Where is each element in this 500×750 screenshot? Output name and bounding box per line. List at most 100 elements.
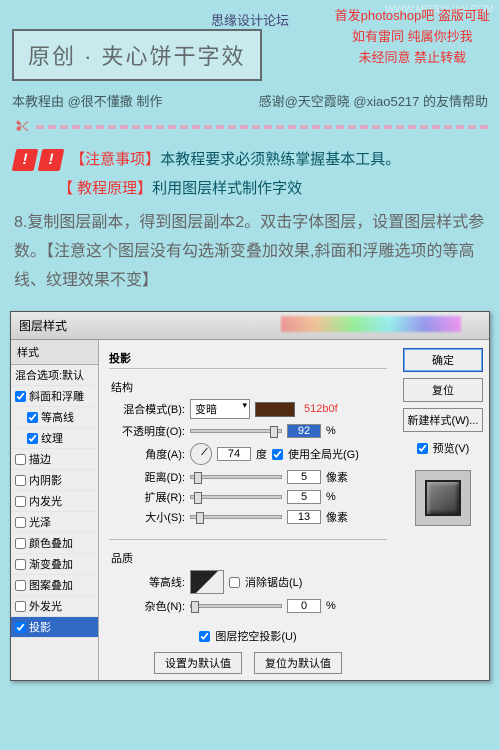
note1-text: 本教程要求必须熟练掌握基本工具。 — [160, 151, 400, 168]
spread-input[interactable]: 5 — [287, 490, 321, 504]
color-hex: 512b0f — [304, 403, 338, 415]
global-light-checkbox[interactable] — [272, 449, 283, 460]
scissors-icon — [12, 118, 30, 136]
ok-button[interactable]: 确定 — [403, 348, 483, 372]
knockout-label: 图层挖空投影(U) — [215, 628, 296, 644]
style-checkbox[interactable] — [27, 433, 38, 444]
noise-input[interactable]: 0 — [287, 599, 321, 613]
styles-list: 样式 混合选项:默认斜面和浮雕等高线纹理描边内阴影内发光光泽颜色叠加渐变叠加图案… — [11, 340, 99, 680]
preview-label: 预览(V) — [433, 440, 470, 456]
knockout-checkbox[interactable] — [199, 631, 210, 642]
style-checkbox[interactable] — [15, 391, 26, 402]
style-checkbox[interactable] — [15, 496, 26, 507]
style-label: 渐变叠加 — [29, 556, 73, 572]
style-item[interactable]: 颜色叠加 — [11, 533, 98, 554]
style-label: 投影 — [29, 619, 51, 635]
angle-label: 角度(A): — [111, 446, 185, 462]
opacity-slider[interactable] — [190, 429, 282, 433]
angle-input[interactable]: 74 — [217, 447, 251, 461]
note2-text: 利用图层样式制作字效 — [152, 180, 302, 197]
style-label: 图案叠加 — [29, 577, 73, 593]
style-checkbox[interactable] — [15, 517, 26, 528]
style-item[interactable]: 等高线 — [11, 407, 98, 428]
styles-header: 样式 — [11, 340, 98, 365]
dialog-title: 图层样式 — [19, 317, 67, 334]
style-item[interactable]: 斜面和浮雕 — [11, 386, 98, 407]
style-label: 内阴影 — [29, 472, 62, 488]
style-label: 纹理 — [41, 430, 63, 446]
note2-label: 【 教程原理】 — [58, 180, 152, 197]
style-label: 斜面和浮雕 — [29, 388, 84, 404]
size-slider[interactable] — [190, 515, 282, 519]
style-checkbox[interactable] — [27, 412, 38, 423]
preview-checkbox[interactable] — [417, 443, 428, 454]
opacity-input[interactable]: 92 — [287, 424, 321, 438]
style-label: 等高线 — [41, 409, 74, 425]
top-right-notes: 首发photoshop吧 盗版可耻 如有雷同 纯属你抄我 未经同意 禁止转载 — [335, 6, 490, 68]
style-item[interactable]: 混合选项:默认 — [11, 365, 98, 386]
style-checkbox[interactable] — [15, 559, 26, 570]
style-item[interactable]: 投影 — [11, 617, 98, 638]
cancel-button[interactable]: 复位 — [403, 378, 483, 402]
style-item[interactable]: 渐变叠加 — [11, 554, 98, 575]
style-checkbox[interactable] — [15, 622, 26, 633]
panel-title: 投影 — [109, 350, 387, 366]
spread-slider[interactable] — [190, 495, 282, 499]
style-checkbox[interactable] — [15, 580, 26, 591]
distance-slider[interactable] — [190, 475, 282, 479]
style-checkbox[interactable] — [15, 601, 26, 612]
antialias-checkbox[interactable] — [229, 577, 240, 588]
layer-style-dialog: 图层样式 样式 混合选项:默认斜面和浮雕等高线纹理描边内阴影内发光光泽颜色叠加渐… — [10, 311, 490, 681]
style-item[interactable]: 纹理 — [11, 428, 98, 449]
credit-left: 本教程由 @很不懂撒 制作 — [12, 91, 162, 110]
rainbow-decoration — [281, 316, 461, 332]
contour-label: 等高线: — [111, 574, 185, 590]
opacity-label: 不透明度(O): — [111, 423, 185, 439]
dialog-buttons: 确定 复位 新建样式(W)... 预览(V) — [397, 340, 489, 680]
distance-input[interactable]: 5 — [287, 470, 321, 484]
size-input[interactable]: 13 — [287, 510, 321, 524]
distance-label: 距离(D): — [111, 469, 185, 485]
step-text: 8.复制图层副本，得到图层副本2。双击字体图层，设置图层样式参数。【注意这个图层… — [0, 209, 500, 305]
global-light-label: 使用全局光(G) — [288, 446, 359, 462]
style-label: 光泽 — [29, 514, 51, 530]
spread-label: 扩展(R): — [111, 489, 185, 505]
set-default-button[interactable]: 设置为默认值 — [154, 652, 242, 674]
antialias-label: 消除锯齿(L) — [245, 574, 302, 590]
blend-label: 混合模式(B): — [111, 401, 185, 417]
credit-right: 感谢@天空霞晓 @xiao5217 的友情帮助 — [259, 91, 488, 110]
style-checkbox[interactable] — [15, 538, 26, 549]
exclaim-icon: ! — [38, 149, 65, 171]
contour-picker[interactable] — [190, 570, 224, 594]
dialog-titlebar[interactable]: 图层样式 — [11, 312, 489, 340]
divider — [36, 125, 488, 129]
style-item[interactable]: 外发光 — [11, 596, 98, 617]
drop-shadow-panel: 投影 结构 混合模式(B): 变暗 512b0f 不透明度(O): 92 % 角… — [99, 340, 397, 680]
style-item[interactable]: 光泽 — [11, 512, 98, 533]
style-item[interactable]: 内阴影 — [11, 470, 98, 491]
style-label: 内发光 — [29, 493, 62, 509]
new-style-button[interactable]: 新建样式(W)... — [403, 408, 483, 432]
group-structure: 结构 — [111, 379, 385, 395]
style-item[interactable]: 图案叠加 — [11, 575, 98, 596]
page-title: 原创 · 夹心饼干字效 — [12, 29, 262, 81]
exclaim-icon: ! — [12, 149, 39, 171]
reset-default-button[interactable]: 复位为默认值 — [254, 652, 342, 674]
group-quality: 品质 — [111, 550, 385, 566]
color-swatch[interactable] — [255, 402, 295, 417]
angle-dial[interactable] — [190, 443, 212, 465]
style-item[interactable]: 描边 — [11, 449, 98, 470]
noise-slider[interactable] — [190, 604, 282, 608]
style-checkbox[interactable] — [15, 475, 26, 486]
style-item[interactable]: 内发光 — [11, 491, 98, 512]
style-checkbox[interactable] — [15, 454, 26, 465]
blend-mode-select[interactable]: 变暗 — [190, 399, 250, 419]
style-label: 混合选项:默认 — [15, 367, 84, 383]
preview-box — [415, 470, 471, 526]
style-label: 颜色叠加 — [29, 535, 73, 551]
style-label: 外发光 — [29, 598, 62, 614]
size-label: 大小(S): — [111, 509, 185, 525]
style-label: 描边 — [29, 451, 51, 467]
noise-label: 杂色(N): — [111, 598, 185, 614]
note1-label: 【注意事项】 — [70, 151, 160, 168]
